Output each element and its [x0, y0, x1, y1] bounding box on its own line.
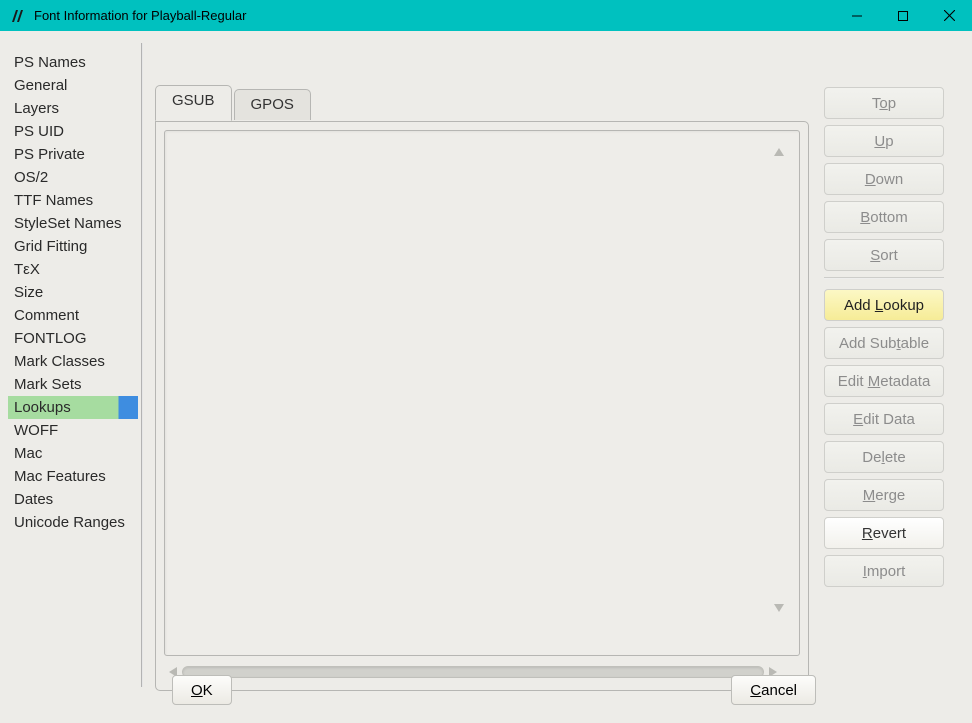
sidebar-item-size[interactable]: Size — [8, 281, 138, 304]
client-area: PS Names General Layers PS UID PS Privat… — [0, 31, 972, 723]
sidebar-item-mac-features[interactable]: Mac Features — [8, 465, 138, 488]
sidebar-item-dates[interactable]: Dates — [8, 488, 138, 511]
add-subtable-button[interactable]: Add Subtable — [824, 327, 944, 359]
lookup-list[interactable] — [164, 130, 800, 656]
sidebar-item-os2[interactable]: OS/2 — [8, 166, 138, 189]
add-lookup-button[interactable]: Add Lookup — [824, 289, 944, 321]
tab-area: GSUB GPOS — [155, 85, 809, 689]
sidebar-item-layers[interactable]: Layers — [8, 97, 138, 120]
cancel-button[interactable]: Cancel — [731, 675, 816, 705]
sidebar: PS Names General Layers PS UID PS Privat… — [8, 51, 138, 534]
sidebar-item-unicode-ranges[interactable]: Unicode Ranges — [8, 511, 138, 534]
revert-button[interactable]: Revert — [824, 517, 944, 549]
title-bar: Font Information for Playball-Regular — [0, 0, 972, 31]
ok-button[interactable]: OK — [172, 675, 232, 705]
bottom-button[interactable]: Bottom — [824, 201, 944, 233]
sidebar-item-ps-private[interactable]: PS Private — [8, 143, 138, 166]
close-button[interactable] — [926, 0, 972, 31]
sidebar-separator — [141, 43, 143, 687]
tab-gpos[interactable]: GPOS — [234, 89, 311, 120]
sidebar-item-grid-fitting[interactable]: Grid Fitting — [8, 235, 138, 258]
tab-gsub[interactable]: GSUB — [155, 85, 232, 121]
maximize-button[interactable] — [880, 0, 926, 31]
sidebar-item-fontlog[interactable]: FONTLOG — [8, 327, 138, 350]
sidebar-item-mark-sets[interactable]: Mark Sets — [8, 373, 138, 396]
sidebar-item-ps-uid[interactable]: PS UID — [8, 120, 138, 143]
sidebar-item-comment[interactable]: Comment — [8, 304, 138, 327]
top-button[interactable]: Top — [824, 87, 944, 119]
footer-buttons: OK Cancel — [0, 675, 972, 707]
sidebar-item-tex[interactable]: TεX — [8, 258, 138, 281]
window-title: Font Information for Playball-Regular — [34, 8, 246, 23]
tab-panel — [155, 121, 809, 691]
merge-button[interactable]: Merge — [824, 479, 944, 511]
import-button[interactable]: Import — [824, 555, 944, 587]
fontforge-icon — [10, 8, 26, 24]
down-button[interactable]: Down — [824, 163, 944, 195]
sort-button[interactable]: Sort — [824, 239, 944, 271]
up-button[interactable]: Up — [824, 125, 944, 157]
sidebar-item-general[interactable]: General — [8, 74, 138, 97]
scroll-up-icon[interactable] — [772, 145, 786, 159]
sidebar-item-lookups[interactable]: Lookups — [8, 396, 138, 419]
edit-metadata-button[interactable]: Edit Metadata — [824, 365, 944, 397]
tab-strip: GSUB GPOS — [155, 85, 809, 121]
vertical-scrollbar[interactable] — [771, 145, 787, 615]
sidebar-item-mark-classes[interactable]: Mark Classes — [8, 350, 138, 373]
sidebar-item-ps-names[interactable]: PS Names — [8, 51, 138, 74]
sidebar-item-ttf-names[interactable]: TTF Names — [8, 189, 138, 212]
sidebar-item-styleset-names[interactable]: StyleSet Names — [8, 212, 138, 235]
edit-data-button[interactable]: Edit Data — [824, 403, 944, 435]
button-separator — [824, 277, 944, 279]
minimize-button[interactable] — [834, 0, 880, 31]
sidebar-item-mac[interactable]: Mac — [8, 442, 138, 465]
delete-button[interactable]: Delete — [824, 441, 944, 473]
scroll-down-icon[interactable] — [772, 601, 786, 615]
action-buttons: Top Up Down Bottom Sort Add Lookup Add S… — [824, 87, 949, 593]
sidebar-item-woff[interactable]: WOFF — [8, 419, 138, 442]
